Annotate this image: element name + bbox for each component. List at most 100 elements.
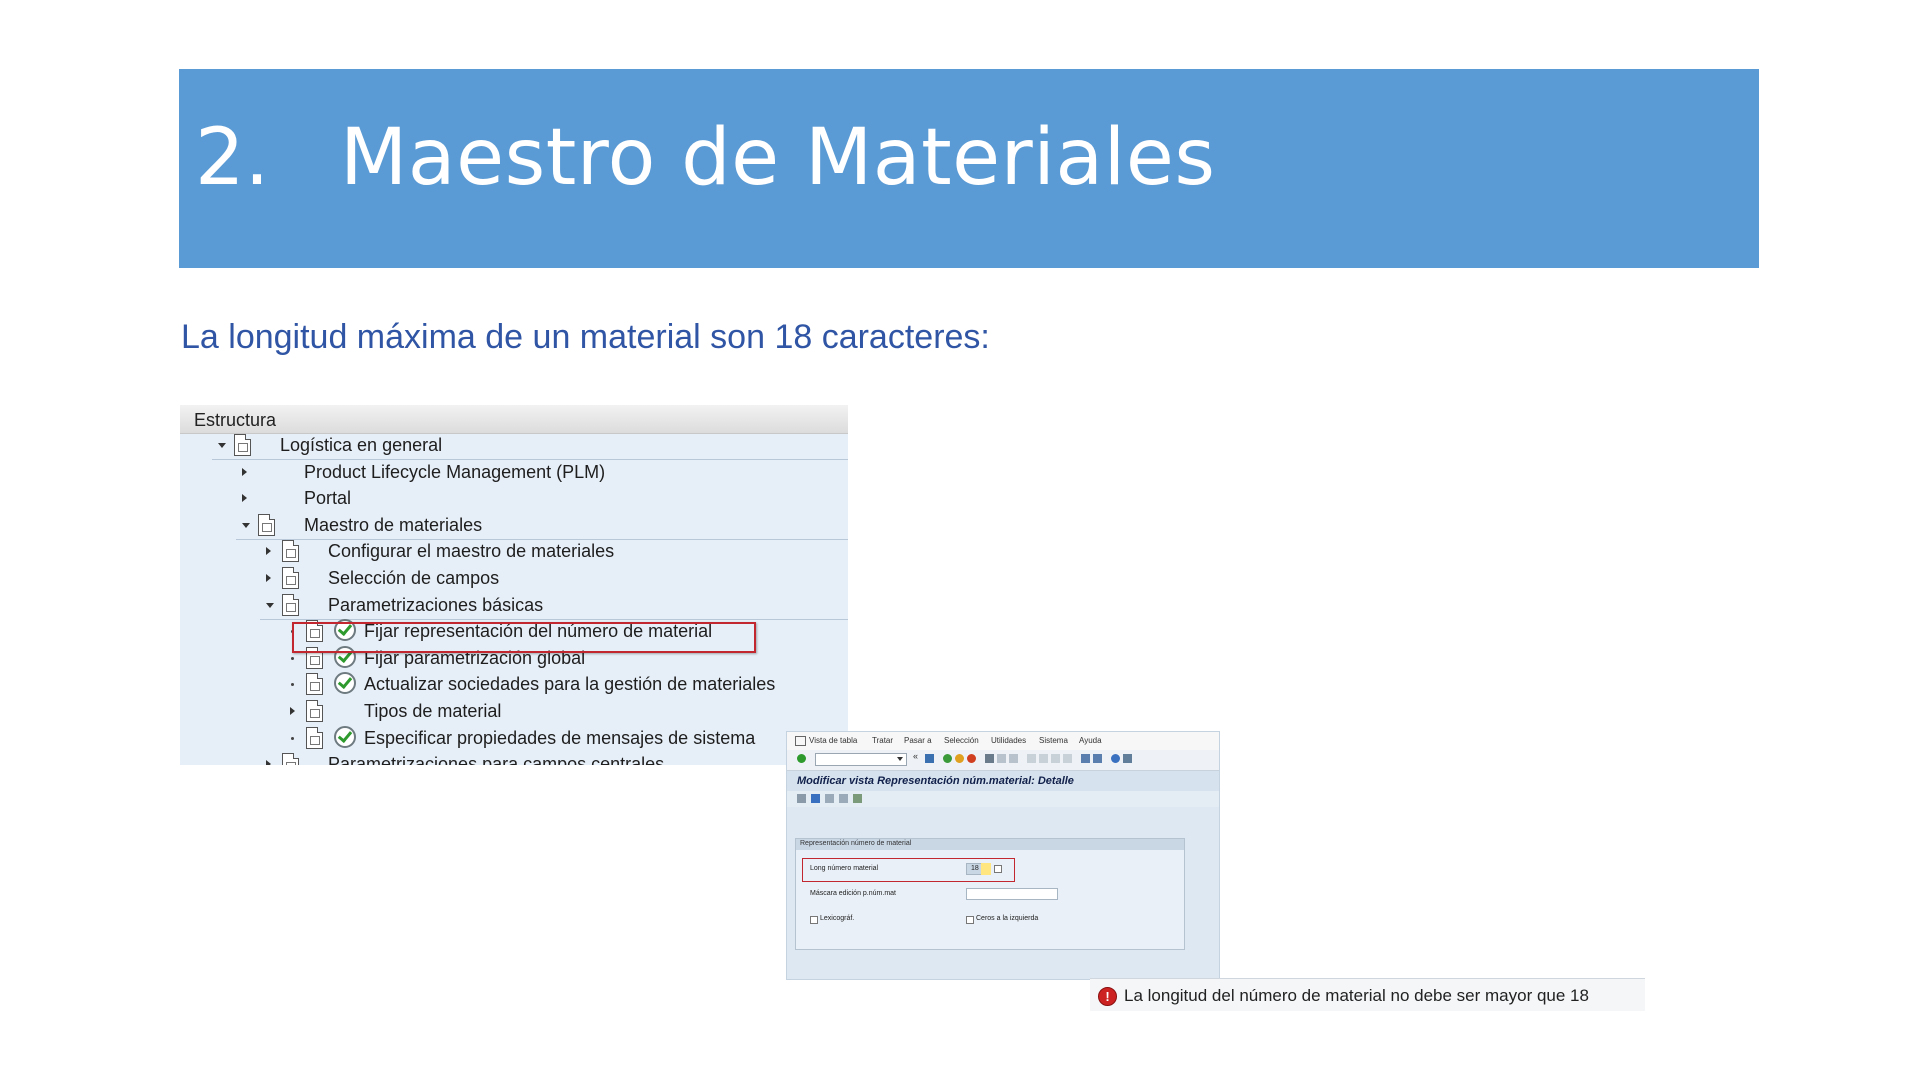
mask-label: Máscara edición p.núm.mat	[810, 890, 896, 897]
menu-item-seleccion[interactable]: Selección	[944, 736, 979, 745]
menu-item-vista-de-tabla[interactable]: Vista de tabla	[809, 736, 857, 745]
error-icon: !	[1098, 987, 1117, 1006]
tree-row-label: Logística en general	[280, 435, 443, 455]
tree-row-label: Especificar propiedades de mensajes de s…	[364, 727, 756, 748]
tree-row-label: Portal	[304, 488, 352, 509]
tree-row[interactable]: Especificar propiedades de mensajes de s…	[180, 725, 848, 752]
menu-item-sistema[interactable]: Sistema	[1039, 736, 1068, 745]
zeros-checkbox[interactable]	[966, 916, 974, 924]
document-icon	[234, 434, 251, 456]
tree-row-label: Selección de campos	[328, 568, 500, 588]
structure-tree: Estructura Logística en general Product L…	[180, 405, 848, 765]
command-field[interactable]	[815, 753, 907, 766]
sap-screen-title-text: Modificar vista Representación núm.mater…	[797, 775, 1074, 787]
slide-number: 2.	[195, 113, 270, 203]
tree-row[interactable]: Parametrizaciones para campos centrales	[180, 752, 848, 765]
chevron-down-icon[interactable]	[218, 443, 226, 448]
enter-icon[interactable]	[797, 754, 806, 763]
menu-item-utilidades[interactable]: Utilidades	[991, 736, 1026, 745]
chevron-down-icon[interactable]	[266, 602, 274, 608]
tree-row-label: Product Lifecycle Management (PLM)	[304, 461, 606, 482]
back-icon[interactable]	[943, 754, 952, 763]
sap-menubar: Vista de tabla Tratar Pasar a Selección …	[787, 732, 1219, 750]
print-icon[interactable]	[985, 754, 994, 763]
highlight-box-length	[802, 858, 1015, 882]
document-icon	[282, 753, 299, 765]
menu-item-tratar[interactable]: Tratar	[872, 736, 893, 745]
tree-row[interactable]: Tipos de material	[180, 699, 848, 725]
tree-row[interactable]: Configurar el maestro de materiales	[180, 539, 848, 565]
tree-header: Estructura	[180, 405, 848, 434]
document-icon	[306, 673, 323, 696]
lexico-checkbox[interactable]	[810, 916, 818, 924]
first-page-icon[interactable]	[1027, 754, 1036, 763]
document-icon	[282, 567, 299, 589]
sap-screen-title: Modificar vista Representación núm.mater…	[787, 771, 1219, 791]
tree-row[interactable]: Portal	[180, 486, 848, 512]
chevron-right-icon[interactable]	[242, 467, 247, 476]
chevron-right-icon[interactable]	[266, 547, 271, 556]
chevron-down-icon[interactable]	[242, 522, 250, 528]
display-change-icon[interactable]	[797, 794, 806, 803]
tree-row-label: Parametrizaciones básicas	[328, 594, 544, 615]
chevron-right-icon[interactable]	[242, 494, 247, 503]
next-entry-icon[interactable]	[839, 794, 848, 803]
last-page-icon[interactable]	[1063, 754, 1072, 763]
slide-title: Maestro de Materiales	[340, 113, 1216, 203]
undo-icon[interactable]	[811, 794, 820, 803]
group-box-title-text: Representación número de material	[800, 840, 912, 847]
tree-row-label: Configurar el maestro de materiales	[328, 541, 615, 562]
lexico-label: Lexicográf.	[820, 915, 855, 922]
tree-row[interactable]: Selección de campos	[180, 566, 848, 592]
menu-icon[interactable]	[795, 736, 806, 746]
sap-detail-window: Vista de tabla Tratar Pasar a Selección …	[786, 731, 1220, 980]
status-message: La longitud del número de material no de…	[1124, 986, 1589, 1005]
document-icon	[282, 593, 299, 616]
menu-item-pasar-a[interactable]: Pasar a	[904, 736, 932, 745]
transport-icon[interactable]	[853, 794, 862, 803]
tree-row[interactable]: Product Lifecycle Management (PLM)	[180, 460, 848, 486]
document-icon	[258, 513, 275, 536]
layout-icon[interactable]	[1123, 754, 1132, 763]
tree-row[interactable]: Maestro de materiales	[180, 513, 848, 540]
status-bar: ! La longitud del número de material no …	[1090, 978, 1645, 1011]
tree-row-label: Maestro de materiales	[304, 514, 483, 535]
bullet-icon	[291, 683, 294, 687]
title-banner: 2. Maestro de Materiales	[179, 69, 1759, 268]
tree-row[interactable]: Actualizar sociedades para la gestión de…	[180, 672, 848, 698]
save-icon[interactable]	[925, 754, 934, 763]
chevron-right-icon[interactable]	[266, 760, 271, 765]
chevron-right-icon[interactable]	[290, 707, 295, 715]
exit-icon[interactable]	[955, 754, 964, 763]
document-icon	[306, 700, 323, 722]
prev-page-icon[interactable]	[1039, 754, 1048, 763]
new-session-icon[interactable]	[1081, 754, 1090, 763]
tree-header-label: Estructura	[194, 410, 277, 430]
slide-subtitle: La longitud máxima de un material son 18…	[181, 318, 990, 356]
mask-input[interactable]	[966, 888, 1058, 900]
bullet-icon	[291, 736, 294, 740]
help-icon[interactable]	[1111, 754, 1120, 763]
tree-row[interactable]: Parametrizaciones básicas	[180, 593, 848, 620]
document-icon	[282, 540, 299, 563]
execute-icon[interactable]	[334, 672, 356, 695]
execute-icon[interactable]	[334, 725, 356, 748]
tree-row[interactable]: Logística en general	[180, 433, 848, 460]
next-page-icon[interactable]	[1051, 754, 1060, 763]
back-arrows-icon[interactable]: «	[913, 751, 922, 761]
tree-row-label: Parametrizaciones para campos centrales	[328, 754, 665, 765]
zeros-label: Ceros a la izquierda	[976, 915, 1039, 922]
group-box-title: Representación número de material	[796, 839, 1184, 850]
prev-entry-icon[interactable]	[825, 794, 834, 803]
menu-item-ayuda[interactable]: Ayuda	[1079, 736, 1102, 745]
shortcut-icon[interactable]	[1093, 754, 1102, 763]
chevron-right-icon[interactable]	[266, 574, 271, 582]
find-icon[interactable]	[997, 754, 1006, 763]
highlight-box-tree	[292, 622, 756, 653]
find-next-icon[interactable]	[1009, 754, 1018, 763]
bullet-icon	[291, 656, 294, 660]
document-icon	[306, 726, 323, 749]
sap-toolbar: «	[787, 750, 1219, 771]
cancel-icon[interactable]	[967, 754, 976, 763]
tree-row-label: Actualizar sociedades para la gestión de…	[364, 674, 776, 695]
